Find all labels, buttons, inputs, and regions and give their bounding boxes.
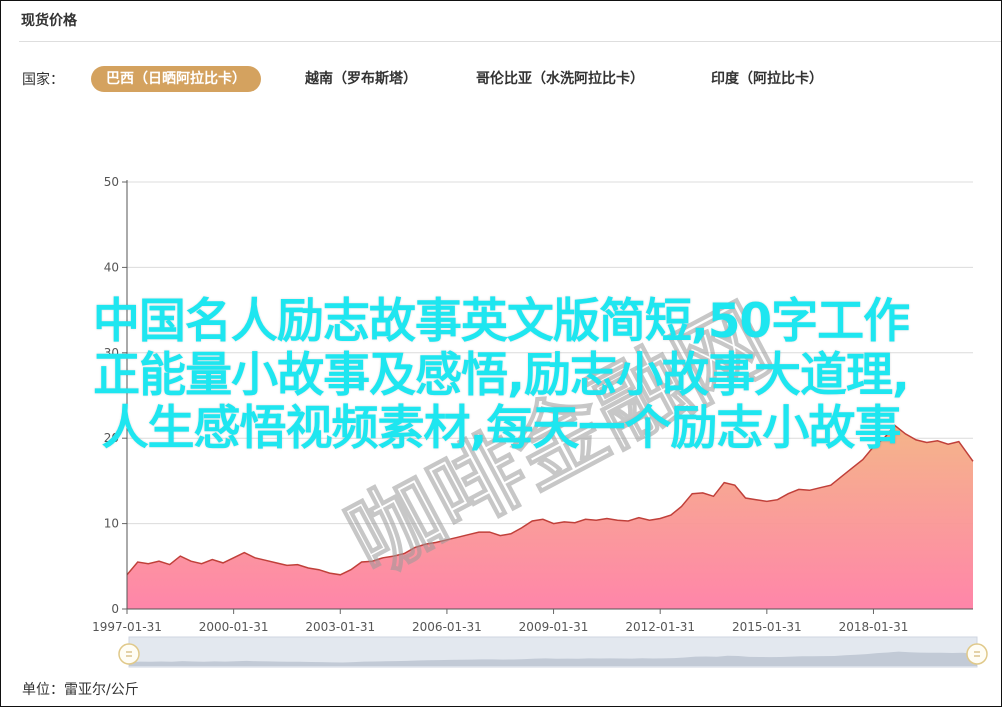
- y-tick-label: 40: [104, 260, 119, 274]
- x-tick-label: 2000-01-31: [199, 620, 269, 634]
- x-tick-label: 1997-01-31: [92, 620, 162, 634]
- x-tick-label: 2015-01-31: [732, 620, 802, 634]
- x-tick-label: 2006-01-31: [412, 620, 482, 634]
- y-tick-label: 10: [104, 517, 119, 531]
- x-tick-label: 2003-01-31: [305, 620, 375, 634]
- overlay-line-3: 人生感悟视频素材,每天一个励志小故事: [101, 401, 902, 456]
- x-tick-label: 2009-01-31: [519, 620, 589, 634]
- zoom-handle-start[interactable]: [118, 643, 140, 665]
- y-tick-label: 0: [111, 602, 119, 616]
- zoom-handle-end[interactable]: [966, 643, 988, 665]
- unit-label: 单位：雷亚尔/公斤: [22, 682, 139, 698]
- y-tick-label: 50: [104, 175, 119, 189]
- x-tick-label: 2018-01-31: [839, 620, 909, 634]
- price-panel: 现货价格 国家： 巴西（日晒阿拉比卡） 越南（罗布斯塔） 哥伦比亚（水洗阿拉比卡…: [0, 0, 1002, 707]
- x-tick-label: 2012-01-31: [625, 620, 695, 634]
